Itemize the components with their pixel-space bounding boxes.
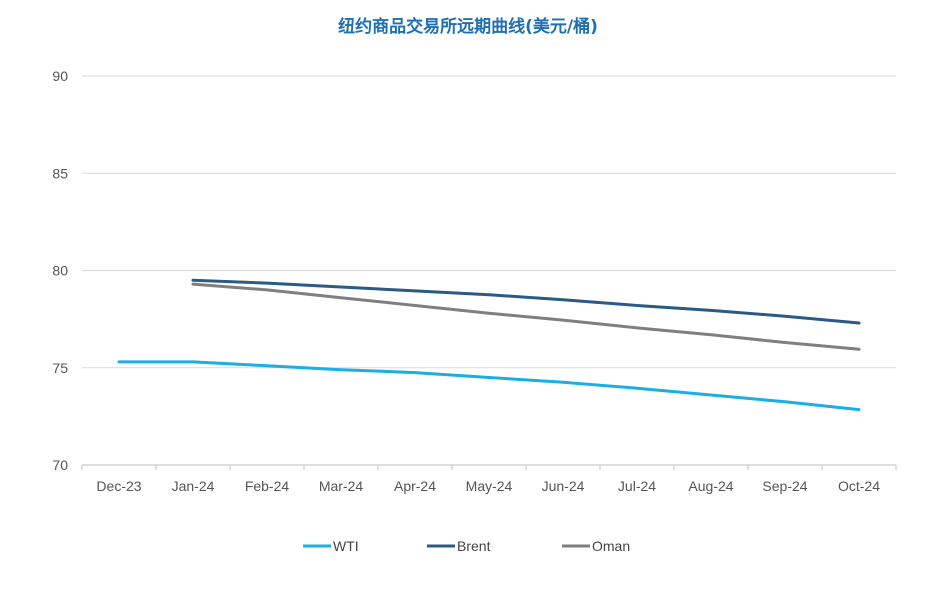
y-tick-label: 80 — [52, 263, 68, 279]
y-tick-label: 85 — [52, 165, 68, 181]
x-tick-label: May-24 — [466, 478, 513, 494]
x-tick-label: Sep-24 — [762, 478, 807, 494]
legend-label-oman: Oman — [592, 538, 630, 554]
x-tick-label: Oct-24 — [838, 478, 880, 494]
y-tick-label: 75 — [52, 360, 68, 376]
series-line-oman — [191, 282, 861, 351]
x-tick-label: Apr-24 — [394, 478, 436, 494]
series-line-wti — [117, 360, 861, 412]
chart-plot: 70 75 80 85 90 Dec-23 Jan-24 Feb-24 Mar-24 Apr-24… — [52, 68, 897, 554]
x-tick-label: Jan-24 — [172, 478, 215, 494]
x-tick-label: Jun-24 — [542, 478, 585, 494]
x-tick-label: Feb-24 — [245, 478, 290, 494]
x-tick-label: Jul-24 — [618, 478, 656, 494]
legend-label-wti: WTI — [333, 538, 359, 554]
y-tick-label: 70 — [52, 457, 68, 473]
x-tick-label: Aug-24 — [688, 478, 733, 494]
chart: 纽约商品交易所远期曲线(美元/桶) 70 75 80 85 90 Dec-23 Jan-24… — [0, 0, 936, 597]
x-tick-label: Dec-23 — [96, 478, 141, 494]
legend-label-brent: Brent — [457, 538, 491, 554]
x-tick-label: Mar-24 — [319, 478, 364, 494]
y-tick-label: 90 — [52, 68, 68, 84]
